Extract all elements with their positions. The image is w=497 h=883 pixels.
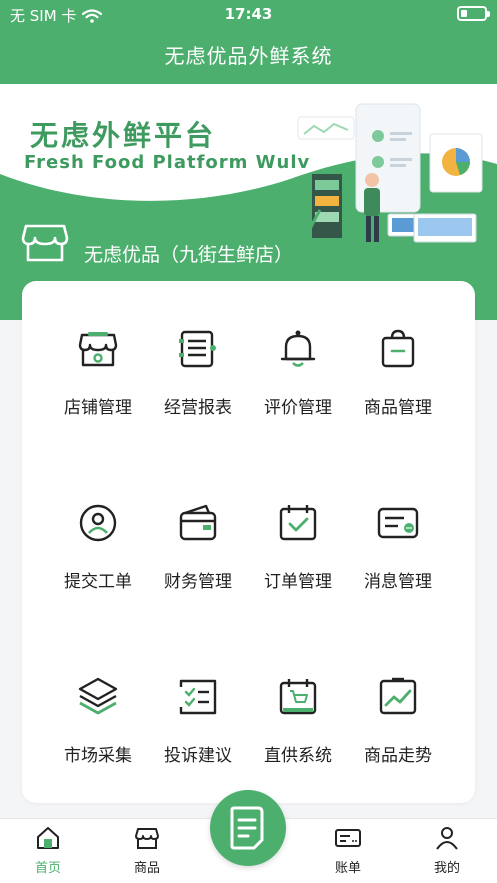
tab-label: 我的 [433, 861, 460, 876]
menu-item-market-collection[interactable]: 市场采集 [48, 675, 148, 785]
menu-item-business-report[interactable]: 经营报表 [148, 327, 248, 437]
menu-item-label: 订单管理 [264, 572, 332, 592]
menu-item-product-management[interactable]: 商品管理 [348, 327, 448, 437]
menu-item-label: 直供系统 [264, 746, 332, 766]
tab-profile[interactable]: 我的 [417, 825, 477, 876]
banner-subtitle: Fresh Food Platform Wulv [24, 152, 311, 173]
report-icon [179, 330, 216, 368]
clock: 17:43 [224, 5, 273, 23]
menu-item-order-management[interactable]: 订单管理 [248, 501, 348, 611]
menu-item-label: 提交工单 [64, 572, 132, 592]
menu-card: 店铺管理 经营报表 评价管理 商品管理 提交工单 财务管理 订单管理 消息管理 … [22, 281, 475, 803]
store-icon [135, 828, 159, 849]
tab-bills[interactable]: 账单 [318, 825, 378, 876]
store-icon [78, 332, 118, 367]
banner-title: 无虑外鲜平台 [30, 119, 217, 152]
calendar-check-icon [279, 505, 317, 541]
tab-label: 首页 [34, 861, 61, 876]
menu-item-finance-management[interactable]: 财务管理 [148, 501, 248, 611]
menu-item-label: 评价管理 [264, 398, 332, 418]
tab-products[interactable]: 商品 [117, 825, 177, 876]
store-name[interactable]: 无虑优品（九街生鲜店） [84, 240, 293, 267]
menu-item-message-management[interactable]: 消息管理 [348, 501, 448, 611]
menu-item-label: 市场采集 [64, 746, 132, 766]
menu-item-label: 商品走势 [364, 746, 432, 766]
store-icon [21, 224, 69, 262]
menu-item-review-management[interactable]: 评价管理 [248, 327, 348, 437]
menu-item-label: 财务管理 [164, 572, 232, 592]
menu-item-label: 店铺管理 [64, 398, 132, 418]
menu-item-product-trend[interactable]: 商品走势 [348, 675, 448, 785]
trend-chart-icon [379, 677, 417, 715]
menu-item-submit-ticket[interactable]: 提交工单 [48, 501, 148, 611]
shopping-bag-icon [381, 329, 415, 368]
bill-icon [335, 829, 361, 847]
tab-home[interactable]: 首页 [18, 825, 78, 876]
banner-illustration [296, 103, 483, 243]
tab-label: 账单 [334, 861, 361, 876]
nav-bar: 无虑优品外鲜系统 [0, 28, 497, 84]
person-icon [436, 827, 458, 850]
document-icon [230, 806, 264, 850]
checklist-icon [179, 679, 217, 715]
tab-label: 商品 [133, 861, 160, 876]
message-icon [377, 507, 419, 539]
home-icon [37, 827, 59, 849]
page-title: 无虑优品外鲜系统 [164, 44, 333, 68]
bell-icon [280, 330, 316, 367]
menu-item-complaints[interactable]: 投诉建议 [148, 675, 248, 785]
status-bar: 无 SIM 卡 17:43 [0, 0, 497, 28]
user-circle-icon [79, 504, 117, 542]
layers-icon [78, 677, 118, 715]
menu-item-label: 消息管理 [364, 572, 432, 592]
menu-item-label: 经营报表 [164, 398, 232, 418]
menu-item-label: 商品管理 [364, 398, 432, 418]
calendar-cart-icon [279, 679, 317, 715]
wallet-icon [179, 504, 217, 541]
menu-item-store-management[interactable]: 店铺管理 [48, 327, 148, 437]
menu-item-direct-supply[interactable]: 直供系统 [248, 675, 348, 785]
center-action-button[interactable] [210, 790, 286, 866]
menu-item-label: 投诉建议 [164, 746, 232, 766]
battery-icon [457, 6, 490, 21]
